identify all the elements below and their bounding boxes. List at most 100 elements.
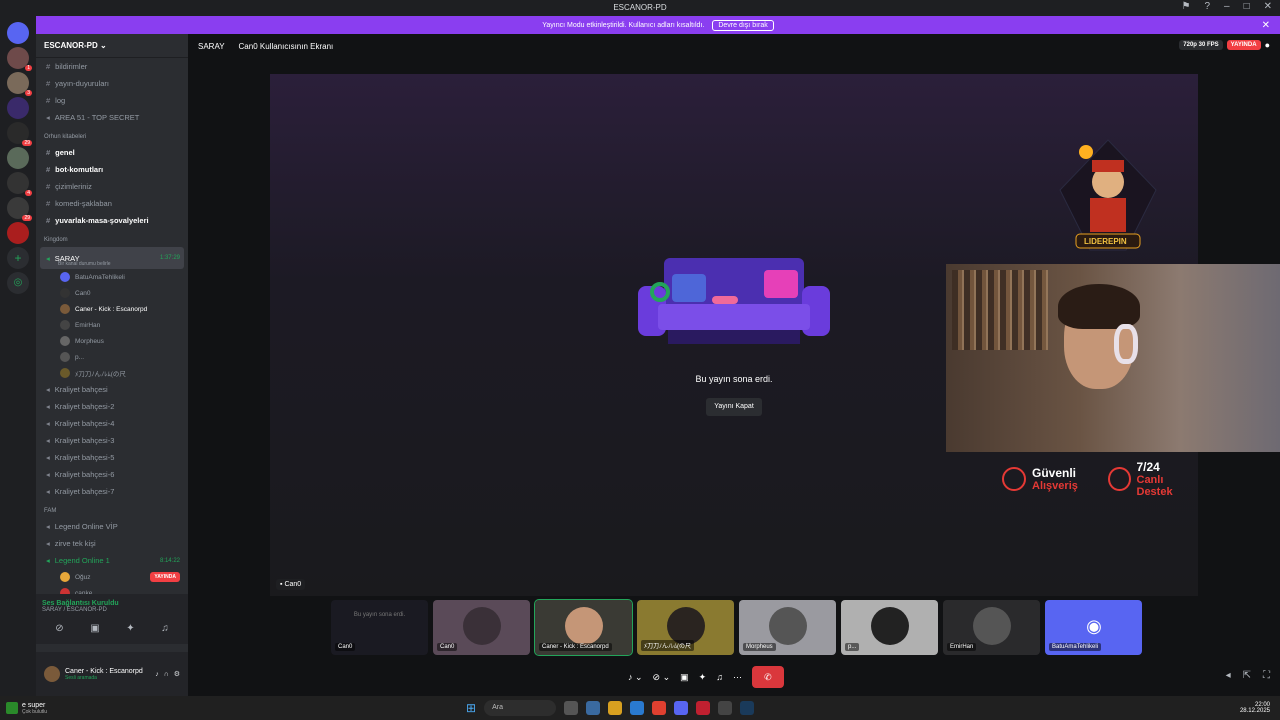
hash-icon: # <box>46 182 51 191</box>
fullscreen-icon[interactable]: ⛶ <box>1263 670 1270 681</box>
participant-tile[interactable]: EmirHan <box>943 600 1040 655</box>
voice-channel[interactable]: ◂ Kraliyet bahçesi <box>36 381 188 398</box>
channel-item[interactable]: # yayın-duyuruları <box>36 75 188 92</box>
channel-item[interactable]: # çizimleriniz <box>36 178 188 195</box>
channel-item[interactable]: # bot-komutları <box>36 161 188 178</box>
participant-tile[interactable]: p... <box>841 600 938 655</box>
voice-user[interactable]: Can0 <box>36 285 188 301</box>
gear-icon[interactable]: ⚙ <box>174 670 180 678</box>
soundboard-icon[interactable]: ♫ <box>161 623 169 634</box>
activities-icon[interactable]: ✦ <box>699 672 707 683</box>
category-header[interactable]: Kingdom <box>36 233 188 247</box>
voice-user[interactable]: ﾒ刀刀ﾉんﾉﾚﾑ(の尺 <box>36 365 188 381</box>
voice-user[interactable]: Morpheus <box>36 333 188 349</box>
soundboard-icon[interactable]: ♫ <box>716 672 723 682</box>
voice-channel[interactable]: ◂ zirve tek kişi <box>36 535 188 552</box>
explorer-icon[interactable] <box>608 701 623 715</box>
server-icon[interactable]: 29 <box>7 197 32 221</box>
app-icon[interactable] <box>586 701 601 715</box>
taskbar-widget[interactable]: e super Çok bulutlu <box>6 702 47 715</box>
screen-share-icon[interactable]: ▣ <box>680 672 689 683</box>
avatar[interactable] <box>44 666 60 682</box>
task-view-icon[interactable] <box>564 701 579 715</box>
taskbar-search[interactable]: Ara <box>484 700 557 716</box>
home-server-icon[interactable] <box>7 22 29 44</box>
server-icon[interactable] <box>7 222 29 244</box>
maximize-button[interactable]: □ <box>1244 1 1250 12</box>
help-icon[interactable]: ? <box>1204 1 1210 12</box>
voice-channel[interactable]: ◂ Legend Online VİP <box>36 518 188 535</box>
microphone-icon[interactable]: ♪ <box>155 671 159 678</box>
voice-user[interactable]: Caner - Kick : Escanorpd <box>36 301 188 317</box>
voice-user[interactable]: BatuAmaTehlikeli <box>36 269 188 285</box>
voice-user[interactable]: p... <box>36 349 188 365</box>
channel-item[interactable]: # komedi-şaklaban <box>36 195 188 212</box>
opera-icon[interactable] <box>696 701 711 715</box>
participant-tile[interactable]: Can0 <box>433 600 530 655</box>
camera-off-icon[interactable]: ⊘ <box>55 623 63 634</box>
voice-channel[interactable]: ◂ Legend Online 1 8:14:22 <box>36 552 188 569</box>
participant-tile[interactable]: Caner - Kick : Escanorpd <box>534 599 633 656</box>
minimize-button[interactable]: – <box>1224 1 1230 12</box>
add-server-icon[interactable]: + <box>7 247 29 269</box>
channel-status[interactable]: Bir kanal durumu belirle <box>58 261 111 267</box>
steam-icon[interactable] <box>740 701 755 715</box>
channel-item[interactable]: # genel <box>36 144 188 161</box>
explore-icon[interactable]: ◎ <box>7 272 29 294</box>
voice-channel[interactable]: ◂ Kraliyet bahçesi-4 <box>36 415 188 432</box>
server-icon[interactable]: 3 <box>7 72 32 96</box>
popout-icon[interactable]: ⇱ <box>1243 670 1251 681</box>
channel-item[interactable]: ◂ AREA 51 - TOP SECRET <box>36 109 188 126</box>
voice-channel[interactable]: ◂ Kraliyet bahçesi-6 <box>36 466 188 483</box>
channel-item[interactable]: # yuvarlak-masa-şovalyeleri <box>36 212 188 229</box>
channel-item[interactable]: # log <box>36 92 188 109</box>
voice-channel[interactable]: ◂ Kraliyet bahçesi-5 <box>36 449 188 466</box>
taskbar-clock[interactable]: 22:00 28.12.2025 <box>1240 702 1270 714</box>
voice-channel[interactable]: ◂ Kraliyet bahçesi-2 <box>36 398 188 415</box>
guild-header[interactable]: ESCANOR-PD ⌄ <box>36 34 188 58</box>
voice-channel[interactable]: ◂ Kraliyet bahçesi-7 <box>36 483 188 500</box>
server-icon[interactable]: 29 <box>7 122 32 146</box>
participant-tile[interactable]: Morpheus <box>739 600 836 655</box>
inbox-icon[interactable]: ⚑ <box>1181 1 1190 12</box>
close-stream-button[interactable]: Yayını Kapat <box>706 398 762 416</box>
headphones-icon[interactable]: ∩ <box>164 671 169 678</box>
server-icon[interactable]: 4 <box>7 172 32 196</box>
hash-icon: # <box>46 96 51 105</box>
server-icon[interactable] <box>7 97 29 119</box>
hash-icon: # <box>46 165 51 174</box>
participant-tile[interactable]: ﾒ刀刀ﾉんﾉﾚﾑ(の尺 <box>637 600 734 655</box>
channel-item[interactable]: # bildirimler <box>36 58 188 75</box>
voice-connected-status[interactable]: Ses Bağlantısı Kuruldu <box>42 600 182 607</box>
close-window-button[interactable]: ✕ <box>1264 1 1272 12</box>
activities-icon[interactable]: ✦ <box>126 623 134 634</box>
app-icon[interactable] <box>718 701 733 715</box>
channel-label: komedi-şaklaban <box>55 199 112 208</box>
more-icon[interactable]: ⋯ <box>733 672 742 683</box>
discord-icon[interactable] <box>674 701 689 715</box>
voice-user[interactable]: Oğuz YAYINDA <box>36 569 188 585</box>
channel-label: Kraliyet bahçesi-5 <box>54 453 115 462</box>
disconnect-button[interactable]: ✆ <box>751 666 784 688</box>
participant-tile[interactable]: ◉ BatuAmaTehlikeli <box>1045 600 1142 655</box>
stream-owner-label: Can0 <box>284 581 302 588</box>
camera-off-icon[interactable]: ⊘ ⌄ <box>653 672 671 683</box>
volume-icon[interactable]: ◂ <box>1226 670 1231 681</box>
category-header[interactable]: Orhun kitabeleri <box>36 130 188 144</box>
chat-icon[interactable]: ● <box>1265 40 1270 50</box>
disable-streamer-mode-button[interactable]: Devre dışı bırak <box>712 19 774 31</box>
close-banner-icon[interactable]: ✕ <box>1262 20 1270 31</box>
voice-user[interactable]: EmirHan <box>36 317 188 333</box>
microphone-icon[interactable]: ♪ ⌄ <box>628 672 643 683</box>
edge-icon[interactable] <box>630 701 645 715</box>
category-header[interactable]: FAM <box>36 504 188 518</box>
channel-label: AREA 51 - TOP SECRET <box>54 113 140 122</box>
windows-start-icon[interactable]: ⊞ <box>466 701 476 715</box>
participant-tile[interactable]: Bu yayın sona erdi. Can0 <box>331 600 428 655</box>
chrome-icon[interactable] <box>652 701 667 715</box>
server-icon[interactable]: 1 <box>7 47 32 71</box>
server-icon[interactable] <box>7 147 29 169</box>
screen-share-icon[interactable]: ▣ <box>90 623 99 634</box>
voice-channel[interactable]: ◂ Kraliyet bahçesi-3 <box>36 432 188 449</box>
voice-channel-active[interactable]: ◂ SARAY 1:37:29 Bir kanal durumu belirle <box>40 247 184 269</box>
